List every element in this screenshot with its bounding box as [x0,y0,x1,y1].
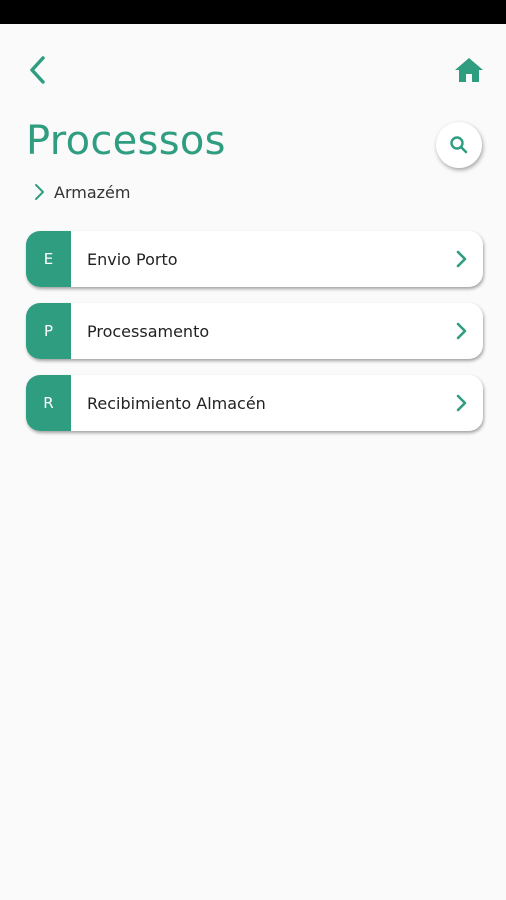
breadcrumb[interactable]: Armazém [32,180,130,204]
home-icon [455,58,483,82]
item-badge: E [26,231,71,287]
back-button[interactable] [20,52,56,88]
search-button[interactable] [436,122,482,168]
chevron-left-icon [30,56,45,84]
item-badge: P [26,303,71,359]
page-title: Processos [26,118,226,164]
breadcrumb-label: Armazém [54,182,131,202]
list-item-envio-porto[interactable]: E Envio Porto [26,231,483,287]
status-bar [0,0,506,24]
list-item-recibimiento-almacen[interactable]: R Recibimiento Almacén [26,375,483,431]
item-label: Recibimiento Almacén [87,393,266,413]
chevron-right-icon [449,319,473,343]
chevron-right-icon [35,184,44,200]
item-label: Envio Porto [87,249,178,269]
item-badge: R [26,375,71,431]
list-item-processamento[interactable]: P Processamento [26,303,483,359]
item-label: Processamento [87,321,210,341]
chevron-right-icon [449,391,473,415]
process-list: E Envio Porto P Processamento R Recibimi… [26,231,483,447]
chevron-right-icon [449,247,473,271]
search-icon [450,136,468,154]
home-button[interactable] [450,52,488,88]
